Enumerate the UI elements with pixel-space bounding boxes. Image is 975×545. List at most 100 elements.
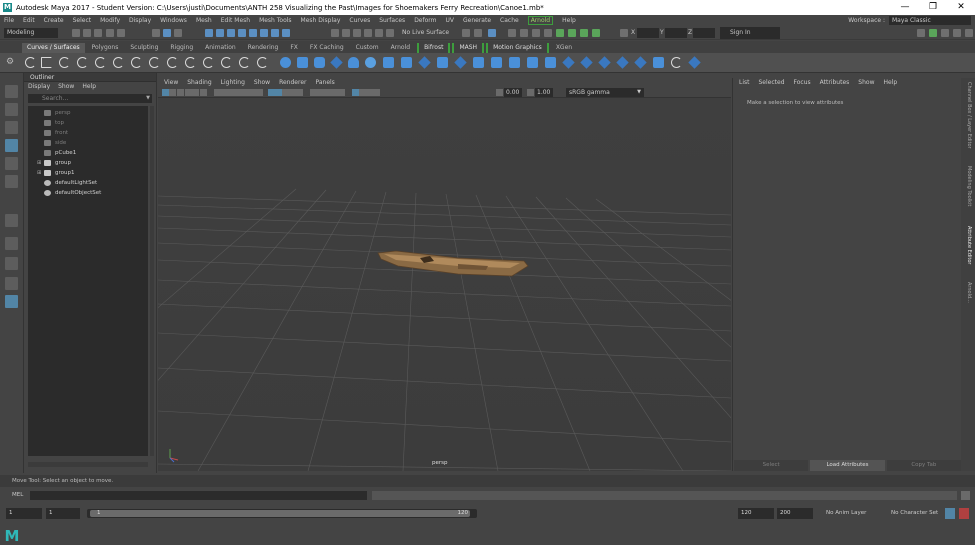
shelf-tab-curves-surfaces[interactable]: Curves / Surfaces	[22, 43, 85, 53]
move-tool-icon[interactable]	[5, 139, 18, 152]
side-tab-attribute-editor[interactable]: Attribute Editor	[964, 226, 972, 264]
nurbs-cylinder-icon[interactable]	[314, 57, 325, 68]
detach-curve-icon[interactable]	[167, 57, 178, 68]
loft-icon[interactable]	[401, 57, 412, 68]
pencil-curve-icon[interactable]	[95, 57, 106, 68]
shelf-gear-icon[interactable]: ⚙	[6, 58, 15, 67]
nurbs-square-icon[interactable]	[41, 57, 52, 68]
select-component-icon[interactable]	[174, 29, 182, 37]
snap-live-icon[interactable]	[386, 29, 394, 37]
nurbs-torus-icon[interactable]	[365, 57, 376, 68]
menu-modify[interactable]: Modify	[100, 17, 120, 24]
outliner-item[interactable]: defaultLightSet	[28, 178, 148, 188]
film-gate-icon[interactable]	[221, 89, 228, 96]
outliner-horizontal-scrollbar[interactable]	[28, 462, 148, 467]
close-button[interactable]: ✕	[947, 0, 975, 15]
command-language-label[interactable]: MEL	[12, 491, 23, 500]
snap-grid-icon[interactable]	[331, 29, 339, 37]
ae-menu-list[interactable]: List	[739, 78, 750, 87]
select-hierarchy-icon[interactable]	[152, 29, 160, 37]
x-field[interactable]	[637, 28, 659, 38]
wireframe-on-shaded-icon[interactable]	[289, 89, 296, 96]
anim-layer-dropdown[interactable]: No Anim Layer	[826, 508, 866, 519]
mask-misc-icon[interactable]	[282, 29, 290, 37]
gamma-field[interactable]: 1.00	[535, 88, 553, 97]
z-field[interactable]	[693, 28, 715, 38]
color-space-dropdown[interactable]: sRGB gamma	[566, 88, 644, 97]
menu-surfaces[interactable]: Surfaces	[379, 17, 405, 24]
command-input[interactable]	[30, 491, 367, 500]
grease-pencil-icon[interactable]	[200, 89, 207, 96]
arnold-hypershade-icon[interactable]	[580, 29, 588, 37]
open-close-surface-icon[interactable]	[634, 56, 647, 69]
viewport-menu-panels[interactable]: Panels	[315, 78, 334, 87]
ipr-render-icon[interactable]	[520, 29, 528, 37]
playback-end-field[interactable]: 120	[738, 508, 774, 519]
insert-isoparm-icon[interactable]	[653, 57, 664, 68]
menu-display[interactable]: Display	[129, 17, 151, 24]
menu-mesh-display[interactable]: Mesh Display	[301, 17, 341, 24]
expand-icon[interactable]: ⊞	[37, 158, 41, 168]
attribute-editor-icon[interactable]	[929, 29, 937, 37]
default-material-icon[interactable]	[282, 89, 289, 96]
shelf-tab-sculpting[interactable]: Sculpting	[125, 43, 163, 53]
2d-pan-zoom-icon[interactable]	[192, 89, 199, 96]
mask-joints-icon[interactable]	[216, 29, 224, 37]
ae-menu-focus[interactable]: Focus	[794, 78, 811, 87]
expand-icon[interactable]: ⊞	[37, 168, 41, 178]
undo-icon[interactable]	[106, 29, 114, 37]
birail-icon[interactable]	[454, 56, 467, 69]
outliner-item[interactable]: ⊞ group	[28, 158, 148, 168]
project-curve-icon[interactable]	[527, 57, 538, 68]
viewport-menu-renderer[interactable]: Renderer	[279, 78, 306, 87]
scale-tool-icon[interactable]	[5, 175, 18, 188]
mask-handles-icon[interactable]	[205, 29, 213, 37]
grid-icon[interactable]	[214, 89, 221, 96]
arnold-ipr-icon[interactable]	[568, 29, 576, 37]
gamma-icon[interactable]	[527, 89, 534, 96]
add-points-icon[interactable]	[257, 57, 268, 68]
mask-curves-icon[interactable]	[227, 29, 235, 37]
menu-cache[interactable]: Cache	[500, 17, 519, 24]
anti-aliasing-icon[interactable]	[338, 89, 345, 96]
menu-help[interactable]: Help	[562, 17, 576, 24]
channel-box-icon[interactable]	[953, 29, 961, 37]
shelf-tab-animation[interactable]: Animation	[200, 43, 241, 53]
playback-start-field[interactable]: 1	[46, 508, 80, 519]
side-tab-modeling-toolkit[interactable]: Modeling Toolkit	[964, 166, 972, 206]
xray-active-icon[interactable]	[373, 89, 380, 96]
shelf-tab-xgen[interactable]: XGen	[551, 43, 577, 53]
wireframe-icon[interactable]	[268, 89, 275, 96]
tool-settings-icon[interactable]	[941, 29, 949, 37]
character-set-dropdown[interactable]: No Character Set	[891, 508, 938, 519]
viewport-menu-view[interactable]: View	[164, 78, 178, 87]
isolate-select-icon[interactable]	[352, 89, 359, 96]
range-slider-handle[interactable]	[90, 510, 470, 517]
extend-curve-icon[interactable]	[203, 57, 214, 68]
new-scene-icon[interactable]	[72, 29, 80, 37]
shelf-tab-arnold[interactable]: Arnold	[386, 43, 415, 53]
four-view-layout-icon[interactable]	[5, 257, 18, 270]
auto-key-icon[interactable]	[945, 508, 955, 519]
outliner-item[interactable]: front	[28, 128, 148, 138]
menu-deform[interactable]: Deform	[414, 17, 436, 24]
shelf-tab-fx-caching[interactable]: FX Caching	[305, 43, 349, 53]
menu-mesh[interactable]: Mesh	[196, 17, 212, 24]
outliner-item[interactable]: ⊞ group1	[28, 168, 148, 178]
shelf-tab-bifrost[interactable]: Bifrost	[417, 43, 451, 53]
restore-button[interactable]: ❐	[919, 0, 947, 15]
sign-in-dropdown[interactable]: Sign In	[720, 27, 780, 39]
snap-view-icon[interactable]	[364, 29, 372, 37]
menu-windows[interactable]: Windows	[160, 17, 187, 24]
bezier-curve-icon[interactable]	[131, 57, 142, 68]
arc-curve-icon[interactable]	[113, 57, 124, 68]
viewport-menu-lighting[interactable]: Lighting	[221, 78, 245, 87]
lasso-tool-icon[interactable]	[5, 103, 18, 116]
nurbs-cube-icon[interactable]	[297, 57, 308, 68]
minimize-button[interactable]: —	[891, 0, 919, 15]
outliner-item[interactable]: defaultObjectSet	[28, 188, 148, 198]
image-plane-icon[interactable]	[185, 89, 192, 96]
select-object-icon[interactable]	[163, 29, 171, 37]
nurbs-cone-icon[interactable]	[330, 56, 343, 69]
resolution-gate-icon[interactable]	[228, 89, 235, 96]
